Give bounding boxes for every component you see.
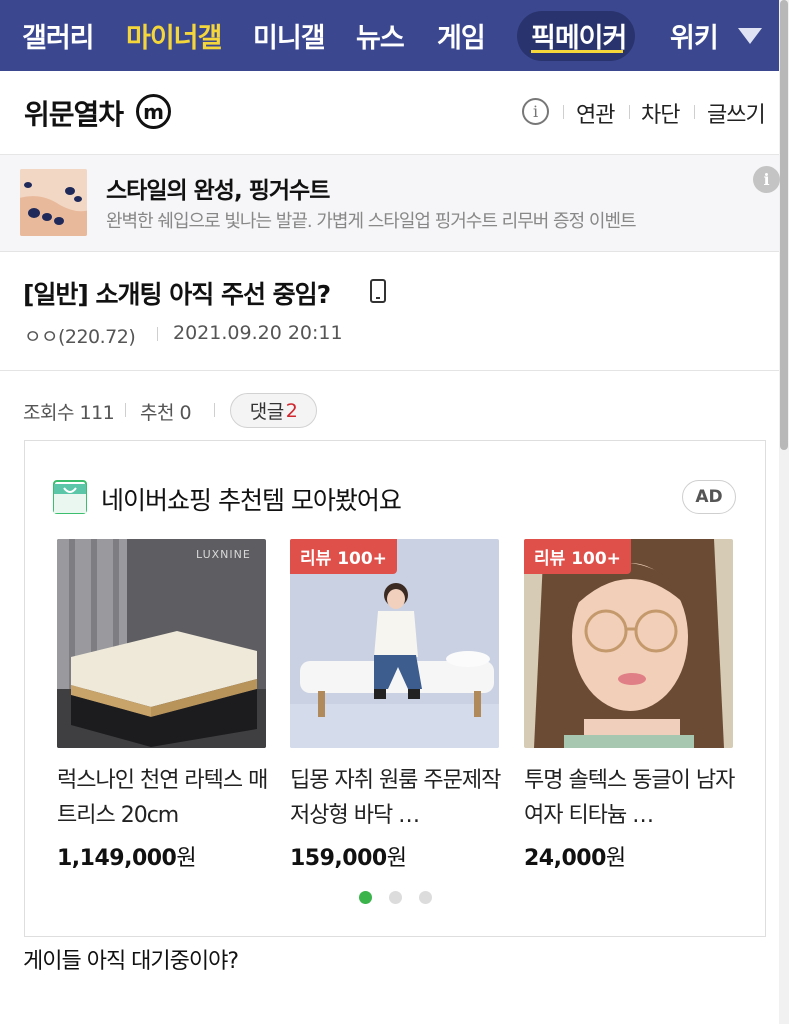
mobile-icon bbox=[370, 279, 386, 303]
divider bbox=[629, 105, 630, 119]
ad-title: 스타일의 완성, 핑거수트 bbox=[106, 178, 330, 204]
divider bbox=[563, 105, 564, 119]
comments-label: 댓글 bbox=[249, 401, 284, 423]
ad-badge[interactable]: AD bbox=[682, 480, 736, 514]
scrollbar-thumb[interactable] bbox=[780, 0, 788, 450]
product-price: 1,149,000원 bbox=[57, 840, 197, 872]
nav-item-mini-gallery[interactable]: 미니갤 bbox=[253, 0, 326, 71]
ad-description: 완벽한 쉐입으로 빛나는 발끝. 가볍게 스타일업 핑거수트 리무버 증정 이벤… bbox=[106, 211, 637, 232]
recommend-count: 추천 0 bbox=[140, 402, 192, 424]
comments-button[interactable]: 댓글 2 bbox=[230, 393, 317, 428]
related-link[interactable]: 연관 bbox=[576, 97, 615, 129]
top-navigation: 갤러리 마이너갤 미니갤 뉴스 게임 픽메이커 위키 bbox=[0, 0, 789, 71]
post-body: 게이들 아직 대기중이야? bbox=[23, 949, 239, 974]
view-count: 조회수 111 bbox=[23, 402, 115, 424]
minor-gallery-icon: m bbox=[136, 94, 171, 129]
naver-shopping-icon bbox=[53, 480, 87, 514]
gallery-header: 위문열차 m i 연관 차단 글쓰기 bbox=[0, 71, 779, 155]
divider bbox=[0, 370, 779, 371]
carousel-dot-2[interactable] bbox=[389, 891, 402, 904]
post-title: [일반] 소개팅 아직 주선 중임? bbox=[23, 280, 331, 309]
carousel-dot-1[interactable] bbox=[359, 891, 372, 904]
divider bbox=[214, 403, 215, 417]
product-brand: LUXNINE bbox=[196, 548, 251, 561]
review-badge: 리뷰 100+ bbox=[290, 539, 397, 574]
write-link[interactable]: 글쓰기 bbox=[707, 97, 766, 129]
nav-item-game[interactable]: 게임 bbox=[437, 0, 486, 71]
price-unit: 원 bbox=[386, 846, 407, 871]
product-name-bed[interactable]: 딥몽 자취 원룸 주문제작 저상형 바닥 … bbox=[290, 763, 505, 833]
product-price: 159,000원 bbox=[290, 840, 407, 872]
price-value: 159,000 bbox=[290, 846, 387, 871]
divider bbox=[157, 327, 158, 341]
price-unit: 원 bbox=[176, 846, 197, 871]
post-author[interactable]: ㅇㅇ(220.72) bbox=[24, 322, 136, 349]
product-price: 24,000원 bbox=[524, 840, 626, 872]
ad-banner[interactable]: 스타일의 완성, 핑거수트 완벽한 쉐입으로 빛나는 발끝. 가볍게 스타일업 … bbox=[0, 155, 780, 252]
product-name-mattress[interactable]: 럭스나인 천연 라텍스 매트리스 20cm bbox=[57, 763, 272, 833]
ad-thumbnail-image bbox=[20, 169, 87, 236]
gallery-title[interactable]: 위문열차 bbox=[24, 93, 124, 133]
triangle-down-icon[interactable] bbox=[738, 28, 762, 44]
shopping-title: 네이버쇼핑 추천템 모아봤어요 bbox=[101, 486, 402, 515]
info-icon[interactable]: i bbox=[522, 98, 549, 125]
nav-item-pickmaker[interactable]: 픽메이커 bbox=[531, 0, 627, 71]
block-link[interactable]: 차단 bbox=[641, 97, 680, 129]
post-date: 2021.09.20 20:11 bbox=[173, 322, 343, 344]
pickmaker-underline bbox=[531, 50, 623, 53]
price-value: 24,000 bbox=[524, 846, 606, 871]
ad-info-icon[interactable]: i bbox=[753, 166, 780, 193]
nav-item-gallery[interactable]: 갤러리 bbox=[22, 0, 95, 71]
divider bbox=[125, 403, 126, 417]
nav-item-wiki[interactable]: 위키 bbox=[670, 0, 719, 71]
review-badge: 리뷰 100+ bbox=[524, 539, 631, 574]
carousel-dot-3[interactable] bbox=[419, 891, 432, 904]
price-unit: 원 bbox=[605, 846, 626, 871]
product-image-mattress[interactable] bbox=[57, 539, 266, 748]
nav-item-news[interactable]: 뉴스 bbox=[356, 0, 405, 71]
price-value: 1,149,000 bbox=[57, 846, 177, 871]
product-name-glasses[interactable]: 투명 솔텍스 동글이 남자 여자 티타늄 … bbox=[524, 763, 739, 833]
comments-count: 2 bbox=[285, 399, 298, 422]
divider bbox=[694, 105, 695, 119]
nav-item-minor-gallery[interactable]: 마이너갤 bbox=[126, 0, 222, 71]
